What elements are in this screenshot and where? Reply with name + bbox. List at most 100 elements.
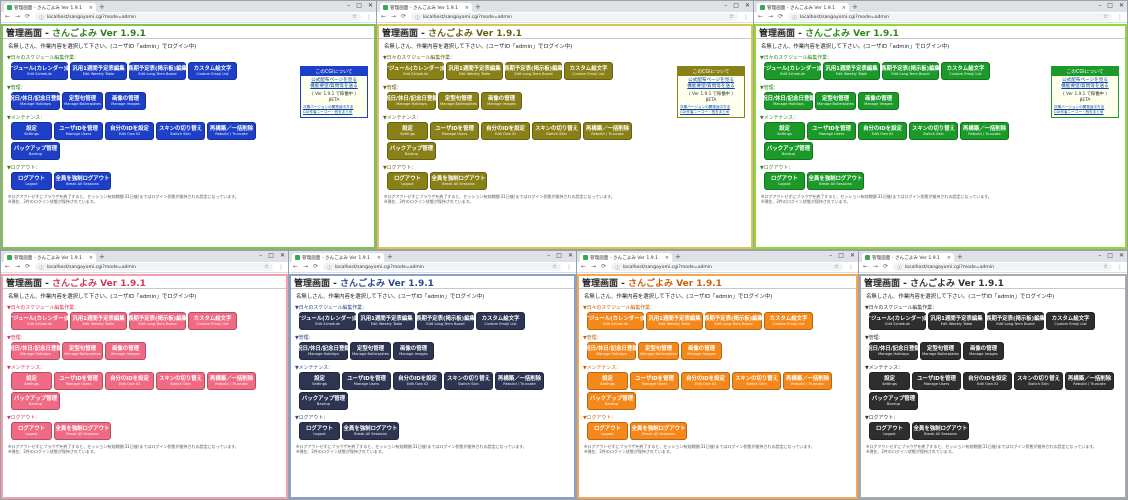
logout-button[interactable]: ログアウト Logout [11, 172, 52, 190]
settings-button[interactable]: 設定 Settings [587, 372, 628, 390]
tab-close-icon[interactable]: × [377, 255, 381, 261]
close-window-icon[interactable]: ✕ [745, 2, 750, 10]
manage-users-button[interactable]: ユーザIDを管理 Manage Users [342, 372, 391, 390]
close-window-icon[interactable]: ✕ [1119, 252, 1124, 260]
edit-longterm-button[interactable]: 長期予定表(掲示板)編集 Edit Long-Term Board [128, 312, 187, 330]
switch-skin-button[interactable]: スキンの切り替え Switch Skin [532, 122, 581, 140]
manage-images-button[interactable]: 画像の管理 Manage Images [105, 342, 146, 360]
browser-menu-icon[interactable]: ⋮ [848, 264, 854, 271]
maximize-icon[interactable]: □ [1107, 2, 1113, 10]
manage-users-button[interactable]: ユーザIDを管理 Manage Users [54, 372, 103, 390]
maximize-icon[interactable]: □ [556, 252, 562, 260]
forward-icon[interactable]: → [15, 264, 20, 270]
reload-icon[interactable]: ⟳ [25, 264, 30, 270]
browser-menu-icon[interactable]: ⋮ [1117, 14, 1123, 21]
browser-menu-icon[interactable]: ⋮ [566, 264, 572, 271]
edit-longterm-button[interactable]: 長期予定表(掲示板)編集 Edit Long-Term Board [986, 312, 1045, 330]
edit-weekly-button[interactable]: 汎用1週間予定表編集 Edit Weekly Table [70, 312, 127, 330]
edit-own-id-button[interactable]: 自分のIDを設定 Edit Own ID [393, 372, 442, 390]
manage-images-button[interactable]: 画像の管理 Manage Images [681, 342, 722, 360]
official-page-link[interactable]: 公式配布ページを見る [301, 78, 367, 83]
settings-button[interactable]: 設定 Settings [387, 122, 428, 140]
custom-emoji-button[interactable]: カスタム絵文字 Custom Emoji List [764, 312, 813, 330]
back-icon[interactable]: ← [581, 264, 586, 270]
new-tab-icon[interactable]: + [99, 3, 105, 12]
url-field[interactable]: ⓘ localhost/sangoyomi.cgi?mode=admin ☆ [35, 263, 273, 271]
rebuild-button[interactable]: 再構築／一括削除 Rebuild / Truncate [783, 372, 832, 390]
url-field[interactable]: ⓘ localhost/sangoyomi.cgi?mode=admin ☆ [323, 263, 561, 271]
tab-close-icon[interactable]: × [665, 255, 669, 261]
back-icon[interactable]: ← [758, 14, 763, 20]
url-field[interactable]: ⓘ localhost/sangoyomi.cgi?mode=admin ☆ [611, 263, 843, 271]
break-all-sessions-button[interactable]: 全員を強制ログアウト Break All Sessions [54, 172, 111, 190]
rebuild-button[interactable]: 再構築／一括削除 Rebuild / Truncate [207, 122, 256, 140]
new-tab-icon[interactable]: + [852, 3, 858, 12]
switch-skin-button[interactable]: スキンの切り替え Switch Skin [156, 372, 205, 390]
bookmark-star-icon[interactable]: ☆ [729, 14, 734, 20]
browser-tab[interactable]: 管理画面 - さんごよみ Ver 1.9.1 × [757, 3, 849, 12]
custom-emoji-button[interactable]: カスタム絵文字 Custom Emoji List [476, 312, 525, 330]
switch-skin-button[interactable]: スキンの切り替え Switch Skin [909, 122, 958, 140]
bookmark-star-icon[interactable]: ☆ [1103, 264, 1108, 270]
rebuild-button[interactable]: 再構築／一括削除 Rebuild / Truncate [495, 372, 544, 390]
forward-icon[interactable]: → [391, 14, 396, 20]
settings-button[interactable]: 設定 Settings [11, 122, 52, 140]
browser-tab[interactable]: 管理画面 - さんごよみ Ver 1.9.1 × [380, 3, 472, 12]
manage-images-button[interactable]: 画像の管理 Manage Images [481, 92, 522, 110]
back-icon[interactable]: ← [863, 264, 868, 270]
logout-button[interactable]: ログアウト Logout [587, 422, 628, 440]
feature-request-link[interactable]: 機能要望/質問等を送る [301, 84, 367, 89]
close-window-icon[interactable]: ✕ [1119, 2, 1124, 10]
edit-own-id-button[interactable]: 自分のIDを設定 Edit Own ID [681, 372, 730, 390]
edit-schedule-button[interactable]: スケジュール(カレンダー)編集 Edit Schedule [861, 312, 935, 330]
bookmark-star-icon[interactable]: ☆ [1103, 14, 1108, 20]
browser-tab[interactable]: 管理画面 - さんごよみ Ver 1.9.1 × [292, 253, 384, 262]
reload-icon[interactable]: ⟳ [313, 264, 318, 270]
edit-weekly-button[interactable]: 汎用1週間予定表編集 Edit Weekly Table [446, 62, 503, 80]
edit-own-id-button[interactable]: 自分のIDを設定 Edit Own ID [105, 372, 154, 390]
dev-version-link[interactable]: 次期バージョンの開発途中方法 [303, 105, 365, 109]
manage-images-button[interactable]: 画像の管理 Manage Images [963, 342, 1004, 360]
manage-boilerplates-button[interactable]: 定型句管理 Manage Boilerplates [638, 342, 679, 360]
new-tab-icon[interactable]: + [99, 253, 105, 262]
forward-icon[interactable]: → [303, 264, 308, 270]
manage-boilerplates-button[interactable]: 定型句管理 Manage Boilerplates [62, 92, 103, 110]
backup-button[interactable]: バックアップ管理 Backup [11, 392, 60, 410]
back-icon[interactable]: ← [5, 264, 10, 270]
break-all-sessions-button[interactable]: 全員を強制ログアウト Break All Sessions [912, 422, 969, 440]
feature-request-link[interactable]: 機能要望/質問等を送る [678, 84, 744, 89]
manage-holidays-button[interactable]: 祝日/休日/記念日登録 Manage Holidays [385, 92, 438, 110]
site-info-icon[interactable]: ⓘ [897, 264, 902, 271]
url-field[interactable]: ⓘ localhost/sangoyomi.cgi?mode=admin ☆ [35, 13, 361, 21]
tab-close-icon[interactable]: × [89, 5, 93, 11]
minimize-icon[interactable]: – [829, 252, 832, 260]
back-icon[interactable]: ← [381, 14, 386, 20]
manage-users-button[interactable]: ユーザIDを管理 Manage Users [430, 122, 479, 140]
reload-icon[interactable]: ⟳ [401, 14, 406, 20]
backup-button[interactable]: バックアップ管理 Backup [764, 142, 813, 160]
switch-skin-button[interactable]: スキンの切り替え Switch Skin [732, 372, 781, 390]
edit-longterm-button[interactable]: 長期予定表(掲示板)編集 Edit Long-Term Board [128, 62, 187, 80]
backup-button[interactable]: バックアップ管理 Backup [587, 392, 636, 410]
bookmark-star-icon[interactable]: ☆ [352, 14, 357, 20]
author-link[interactable]: CGI作者ニーコー・西をまとめ [680, 110, 742, 114]
official-page-link[interactable]: 公式配布ページを見る [678, 78, 744, 83]
maximize-icon[interactable]: □ [268, 252, 274, 260]
edit-longterm-button[interactable]: 長期予定表(掲示板)編集 Edit Long-Term Board [704, 312, 763, 330]
custom-emoji-button[interactable]: カスタム絵文字 Custom Emoji List [1046, 312, 1095, 330]
manage-boilerplates-button[interactable]: 定型句管理 Manage Boilerplates [815, 92, 856, 110]
logout-button[interactable]: ログアウト Logout [764, 172, 805, 190]
switch-skin-button[interactable]: スキンの切り替え Switch Skin [444, 372, 493, 390]
minimize-icon[interactable]: – [259, 252, 262, 260]
maximize-icon[interactable]: □ [356, 2, 362, 10]
browser-menu-icon[interactable]: ⋮ [278, 264, 284, 271]
manage-holidays-button[interactable]: 祝日/休日/記念日登録 Manage Holidays [867, 342, 920, 360]
manage-boilerplates-button[interactable]: 定型句管理 Manage Boilerplates [62, 342, 103, 360]
manage-boilerplates-button[interactable]: 定型句管理 Manage Boilerplates [920, 342, 961, 360]
url-field[interactable]: ⓘ localhost/sangoyomi.cgi?mode=admin ☆ [411, 13, 738, 21]
logout-button[interactable]: ログアウト Logout [387, 172, 428, 190]
backup-button[interactable]: バックアップ管理 Backup [11, 142, 60, 160]
manage-holidays-button[interactable]: 祝日/休日/記念日登録 Manage Holidays [762, 92, 815, 110]
tab-close-icon[interactable]: × [89, 255, 93, 261]
edit-weekly-button[interactable]: 汎用1週間予定表編集 Edit Weekly Table [646, 312, 703, 330]
